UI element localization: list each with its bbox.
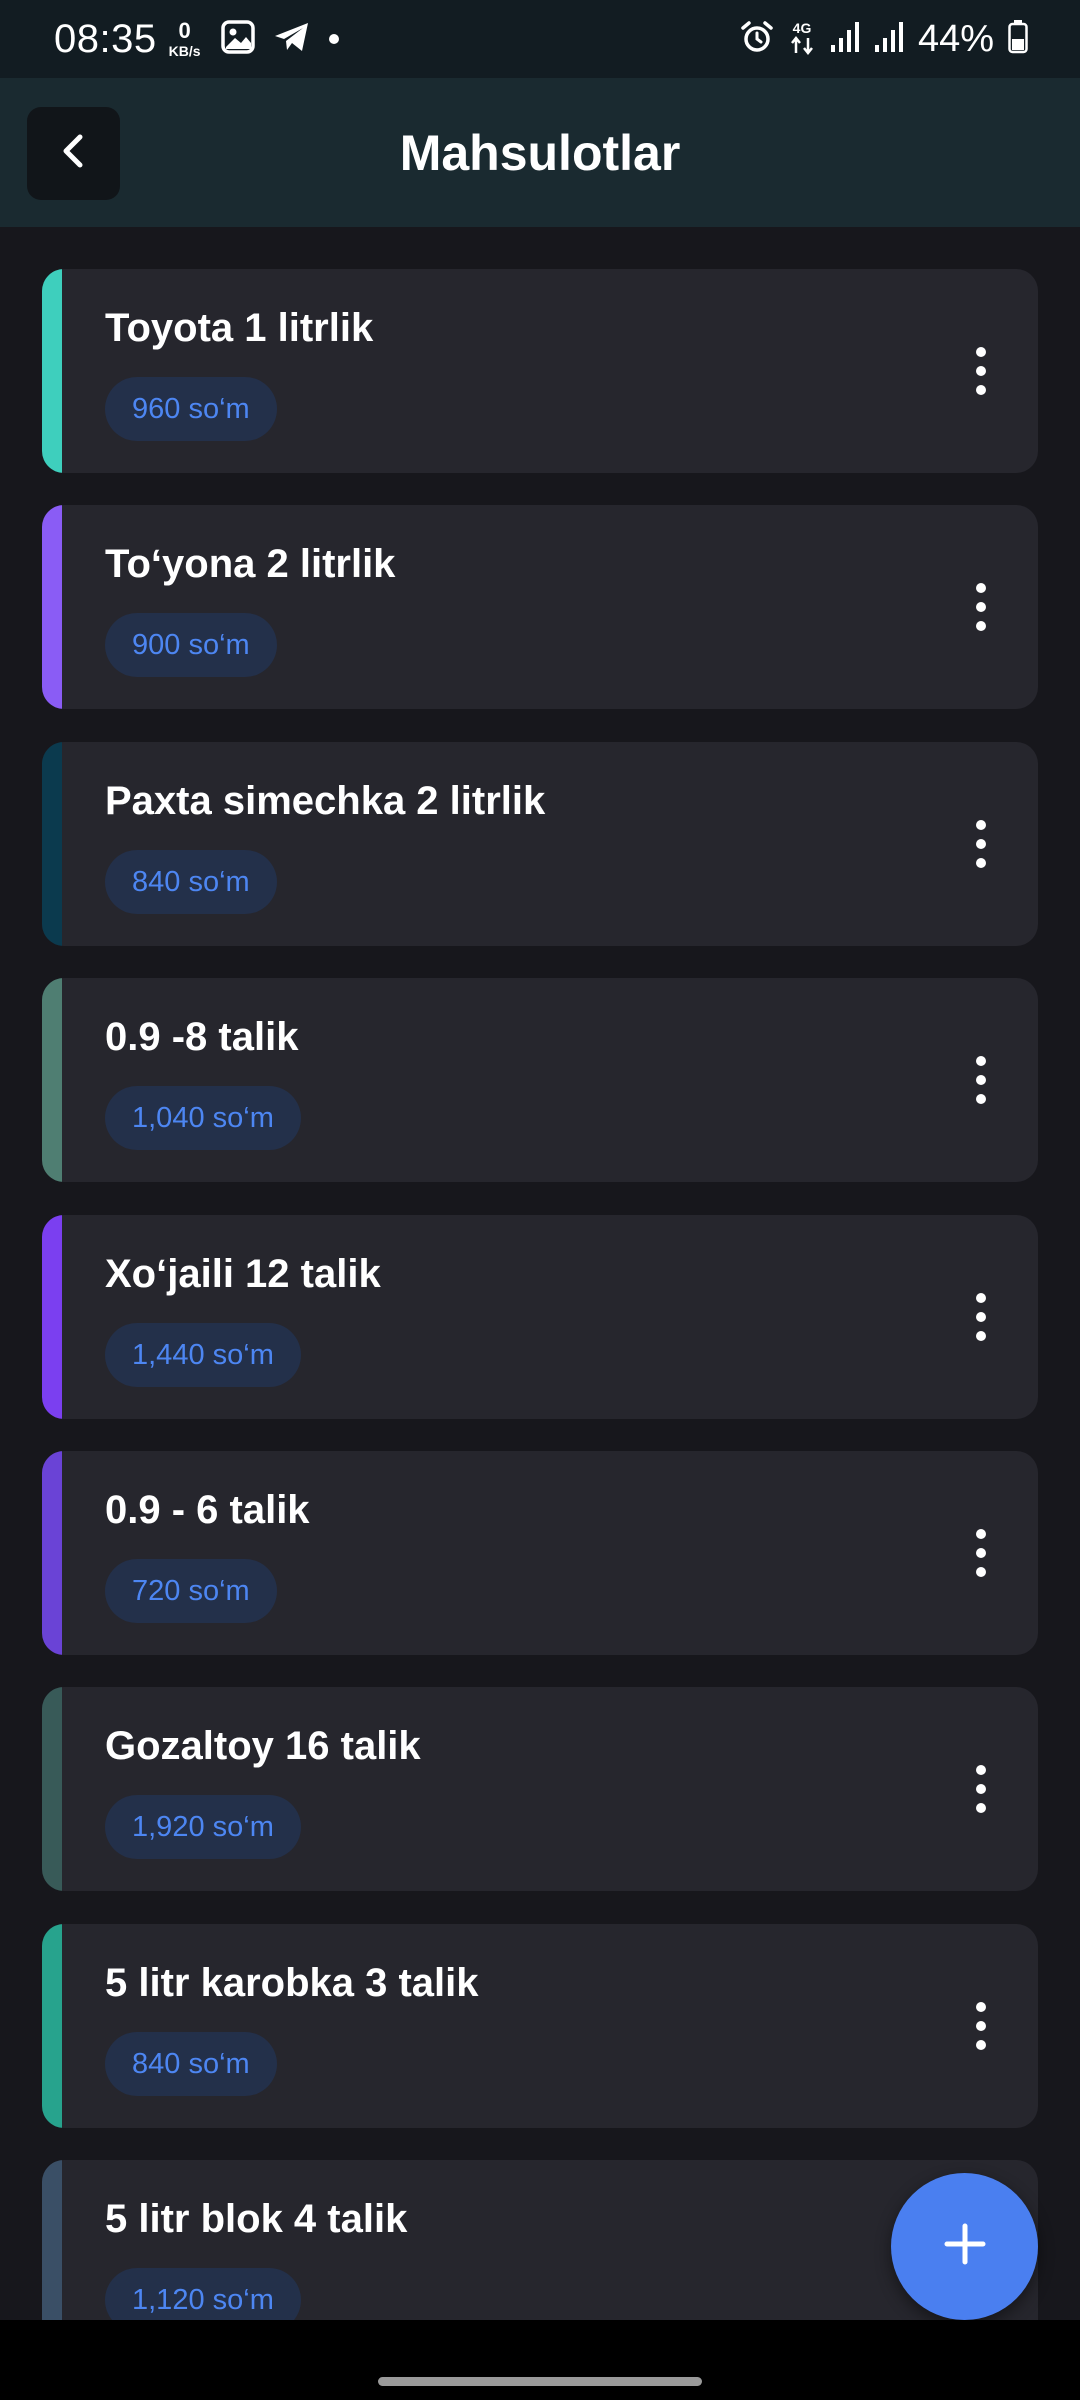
product-name: 0.9 -8 talik	[105, 1015, 299, 1059]
status-time: 08:35	[54, 16, 157, 61]
product-price: 900 so‘m	[105, 613, 277, 677]
chevron-left-icon	[56, 131, 92, 176]
more-vertical-icon[interactable]	[966, 1052, 996, 1108]
product-price: 1,040 so‘m	[105, 1086, 301, 1150]
more-vertical-icon[interactable]	[966, 343, 996, 399]
product-price: 1,920 so‘m	[105, 1795, 301, 1859]
signal-icon	[830, 21, 860, 58]
signal-icon	[874, 21, 904, 58]
card-accent-bar	[42, 1215, 62, 1419]
product-name: Xo‘jaili 12 talik	[105, 1252, 381, 1296]
card-accent-bar	[42, 742, 62, 946]
app-bar: Mahsulotlar	[0, 78, 1080, 227]
more-vertical-icon[interactable]	[966, 1289, 996, 1345]
alarm-icon	[740, 20, 774, 59]
product-card[interactable]: 5 litr karobka 3 talik 840 so‘m	[42, 1924, 1038, 2128]
product-card[interactable]: Toyota 1 litrlik 960 so‘m	[42, 269, 1038, 473]
product-card[interactable]: Gozaltoy 16 talik 1,920 so‘m	[42, 1687, 1038, 1891]
product-card[interactable]: Xo‘jaili 12 talik 1,440 so‘m	[42, 1215, 1038, 1419]
product-card[interactable]: 0.9 -8 talik 1,040 so‘m	[42, 978, 1038, 1182]
battery-percent: 44%	[917, 17, 994, 60]
status-bar: 08:35 0 KB/s 4G 44%	[0, 0, 1080, 78]
product-price: 1,120 so‘m	[105, 2268, 301, 2320]
plus-icon	[943, 2222, 987, 2271]
product-name: Paxta simechka 2 litrlik	[105, 779, 546, 823]
card-accent-bar	[42, 269, 62, 473]
card-accent-bar	[42, 505, 62, 709]
data-arrows-icon: 4G	[788, 19, 816, 60]
net-speed-value: 0	[178, 18, 191, 43]
card-accent-bar	[42, 1924, 62, 2128]
gallery-icon	[220, 19, 255, 59]
card-accent-bar	[42, 2160, 62, 2320]
add-product-button[interactable]	[891, 2173, 1038, 2320]
product-card[interactable]: To‘yona 2 litrlik 900 so‘m	[42, 505, 1038, 709]
notification-dot-icon	[328, 34, 339, 44]
product-card[interactable]: Paxta simechka 2 litrlik 840 so‘m	[42, 742, 1038, 946]
more-vertical-icon[interactable]	[966, 816, 996, 872]
product-name: Gozaltoy 16 talik	[105, 1724, 421, 1768]
product-name: Toyota 1 litrlik	[105, 306, 374, 350]
more-vertical-icon[interactable]	[966, 1525, 996, 1581]
card-accent-bar	[42, 1687, 62, 1891]
system-nav-bar	[0, 2320, 1080, 2400]
page-title: Mahsulotlar	[399, 124, 681, 181]
product-card[interactable]: 5 litr blok 4 talik 1,120 so‘m	[42, 2160, 1038, 2320]
more-vertical-icon[interactable]	[966, 1998, 996, 2054]
product-price: 840 so‘m	[105, 2032, 277, 2096]
battery-icon	[1008, 19, 1028, 59]
more-vertical-icon[interactable]	[966, 1761, 996, 1817]
product-card[interactable]: 0.9 - 6 talik 720 so‘m	[42, 1451, 1038, 1655]
back-button[interactable]	[27, 107, 120, 200]
card-accent-bar	[42, 978, 62, 1182]
product-name: To‘yona 2 litrlik	[105, 542, 396, 586]
net-speed: 0 KB/s	[168, 18, 201, 59]
product-name: 5 litr karobka 3 talik	[105, 1961, 479, 2005]
product-list[interactable]: Toyota 1 litrlik 960 so‘m To‘yona 2 litr…	[0, 227, 1080, 2320]
product-price: 960 so‘m	[105, 377, 277, 441]
card-accent-bar	[42, 1451, 62, 1655]
more-vertical-icon[interactable]	[966, 579, 996, 635]
svg-text:4G: 4G	[793, 20, 812, 36]
telegram-icon	[273, 20, 311, 59]
product-name: 5 litr blok 4 talik	[105, 2197, 408, 2241]
product-price: 840 so‘m	[105, 850, 277, 914]
net-speed-unit: KB/s	[168, 43, 201, 59]
product-price: 1,440 so‘m	[105, 1323, 301, 1387]
product-name: 0.9 - 6 talik	[105, 1488, 310, 1532]
home-indicator[interactable]	[378, 2377, 702, 2386]
product-price: 720 so‘m	[105, 1559, 277, 1623]
